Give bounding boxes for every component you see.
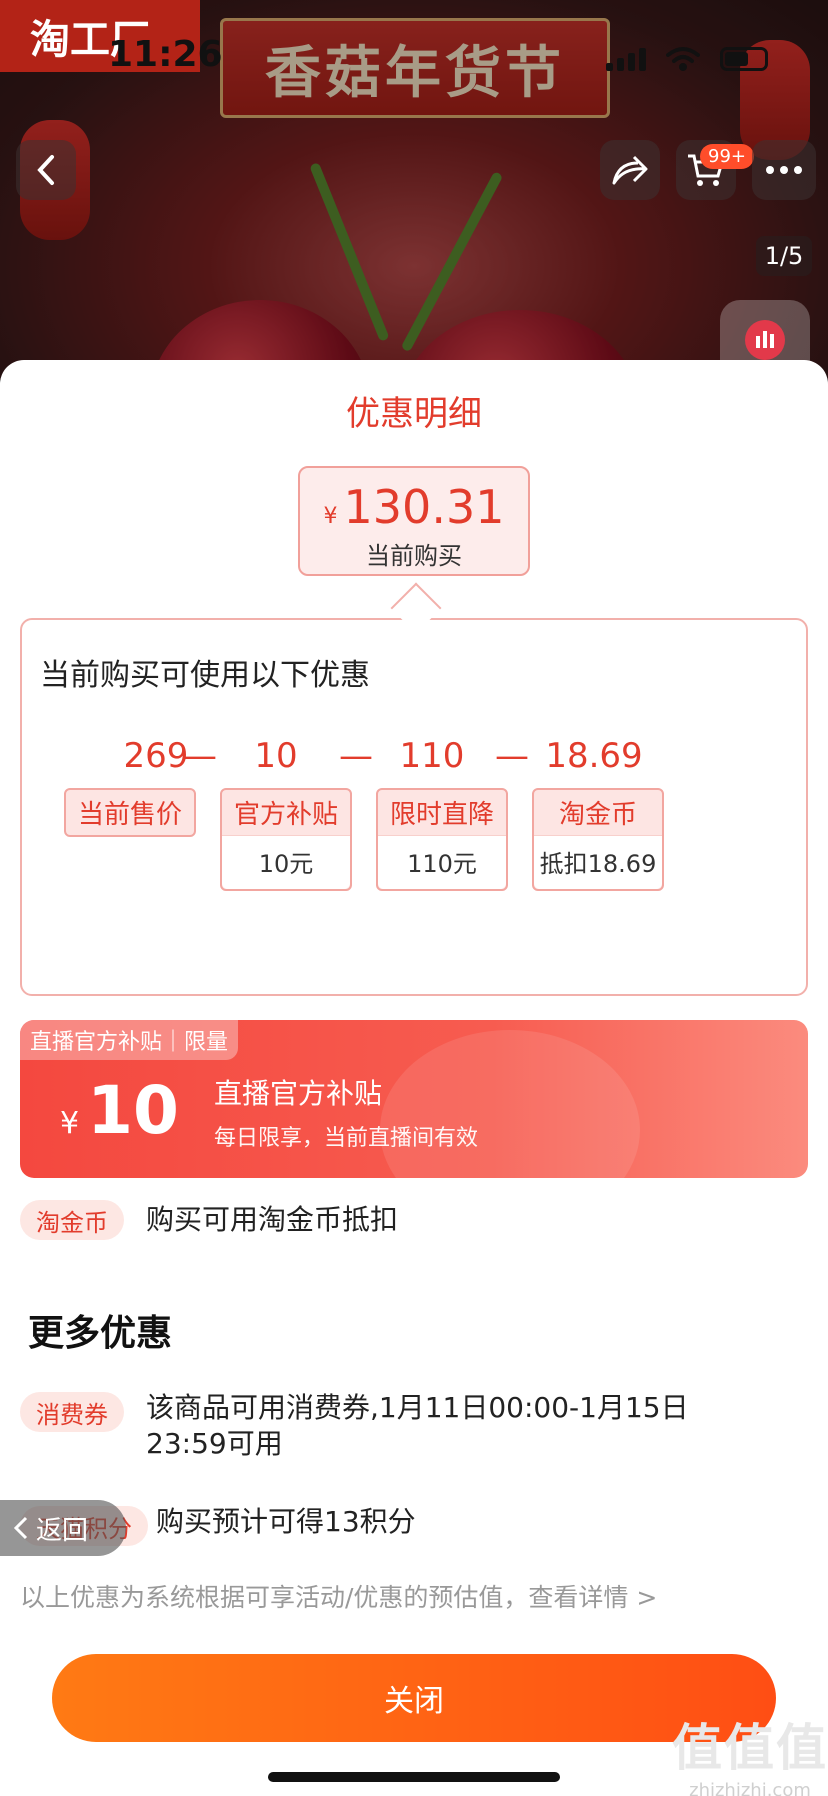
live-card-decoration	[380, 1030, 640, 1178]
currency-symbol: ¥	[323, 504, 338, 529]
points-text: 购买预计可得13积分	[156, 1505, 416, 1538]
live-subsidy-desc: 每日限享，当前直播间有效	[214, 1126, 479, 1151]
chevron-left-icon	[13, 1516, 28, 1540]
panel-heading: 当前购买可使用以下优惠	[40, 658, 370, 693]
calc-card-label: 限时直降	[389, 800, 494, 830]
amount-value: 10	[87, 1072, 179, 1149]
calc-card-sub: 10元	[222, 835, 350, 889]
discount-detail-sheet: 优惠明细 ¥130.31 当前购买 当前购买可使用以下优惠 269 — 10 —…	[0, 360, 828, 1796]
chevron-left-icon	[37, 155, 54, 185]
currency-symbol: ¥	[60, 1106, 80, 1141]
watermark: 值值值 zhizhizhi.com	[672, 1708, 828, 1796]
watermark-logo: 值值值	[672, 1719, 828, 1777]
share-button[interactable]	[600, 140, 660, 200]
share-icon	[612, 155, 648, 185]
signal-icon	[606, 47, 646, 71]
discount-breakdown-panel: 当前购买可使用以下优惠 269 — 10 — 110 — 18.69 当前售价 …	[20, 618, 808, 996]
price-value: 130.31	[343, 480, 505, 534]
calc-card-label: 淘金币	[558, 800, 637, 830]
sheet-title: 优惠明细	[346, 394, 482, 434]
voucher-text-line: 该商品可用消费券,1月11日00:00-1月15日	[146, 1391, 689, 1424]
calc-value: 18.69	[545, 736, 643, 776]
live-subsidy-amount: ¥10	[60, 1072, 179, 1149]
live-subsidy-tag: 直播官方补贴｜限量	[20, 1020, 239, 1060]
live-bars-icon	[745, 320, 785, 360]
gold-coin-text: 购买可用淘金币抵扣	[146, 1203, 399, 1236]
calc-card-label: 当前售价	[77, 800, 182, 830]
close-button[interactable]: 关闭	[52, 1654, 776, 1742]
voucher-text-line: 23:59可用	[146, 1427, 283, 1460]
voucher-pill: 消费券	[20, 1392, 124, 1432]
image-counter: 1/5	[756, 236, 812, 276]
calc-card-sub: 抵扣18.69	[534, 835, 662, 889]
calc-card-price: 当前售价	[64, 788, 196, 837]
more-offers-heading: 更多优惠	[28, 1313, 173, 1354]
floating-back-label: 返回	[36, 1515, 89, 1546]
calc-card-coins: 淘金币 抵扣18.69	[532, 788, 664, 891]
wifi-icon	[666, 47, 700, 71]
cart-count-badge: 99+	[700, 144, 754, 169]
calc-card-label: 官方补贴	[233, 800, 338, 830]
more-dots-icon	[766, 166, 802, 174]
calc-card-sub: 110元	[378, 835, 506, 889]
footnote-details-link[interactable]: 以上优惠为系统根据可享活动/优惠的预估值，查看详情 >	[20, 1578, 657, 1614]
more-button[interactable]	[752, 140, 816, 200]
calc-value: 10	[254, 736, 298, 776]
calc-value: 110	[399, 736, 465, 776]
calc-card-discount: 限时直降 110元	[376, 788, 508, 891]
gold-coin-pill: 淘金币	[20, 1200, 124, 1240]
current-price-box: ¥130.31 当前购买	[298, 466, 530, 576]
calc-card-subsidy: 官方补贴 10元	[220, 788, 352, 891]
live-subsidy-card[interactable]: 直播官方补贴｜限量 ¥10 直播官方补贴 每日限享，当前直播间有效	[20, 1020, 808, 1178]
back-button[interactable]	[16, 140, 76, 200]
floating-back-button[interactable]: 返回	[0, 1500, 126, 1556]
status-time: 11:26	[108, 34, 223, 75]
current-price-label: 当前购买	[366, 542, 462, 570]
live-subsidy-title: 直播官方补贴	[214, 1077, 383, 1110]
status-icons	[606, 46, 768, 72]
voucher-text: 该商品可用消费券,1月11日00:00-1月15日 23:59可用	[146, 1390, 689, 1462]
home-indicator	[268, 1772, 560, 1782]
battery-icon	[720, 47, 768, 71]
watermark-url: zhizhizhi.com	[689, 1780, 811, 1796]
current-price: ¥130.31	[300, 480, 528, 534]
